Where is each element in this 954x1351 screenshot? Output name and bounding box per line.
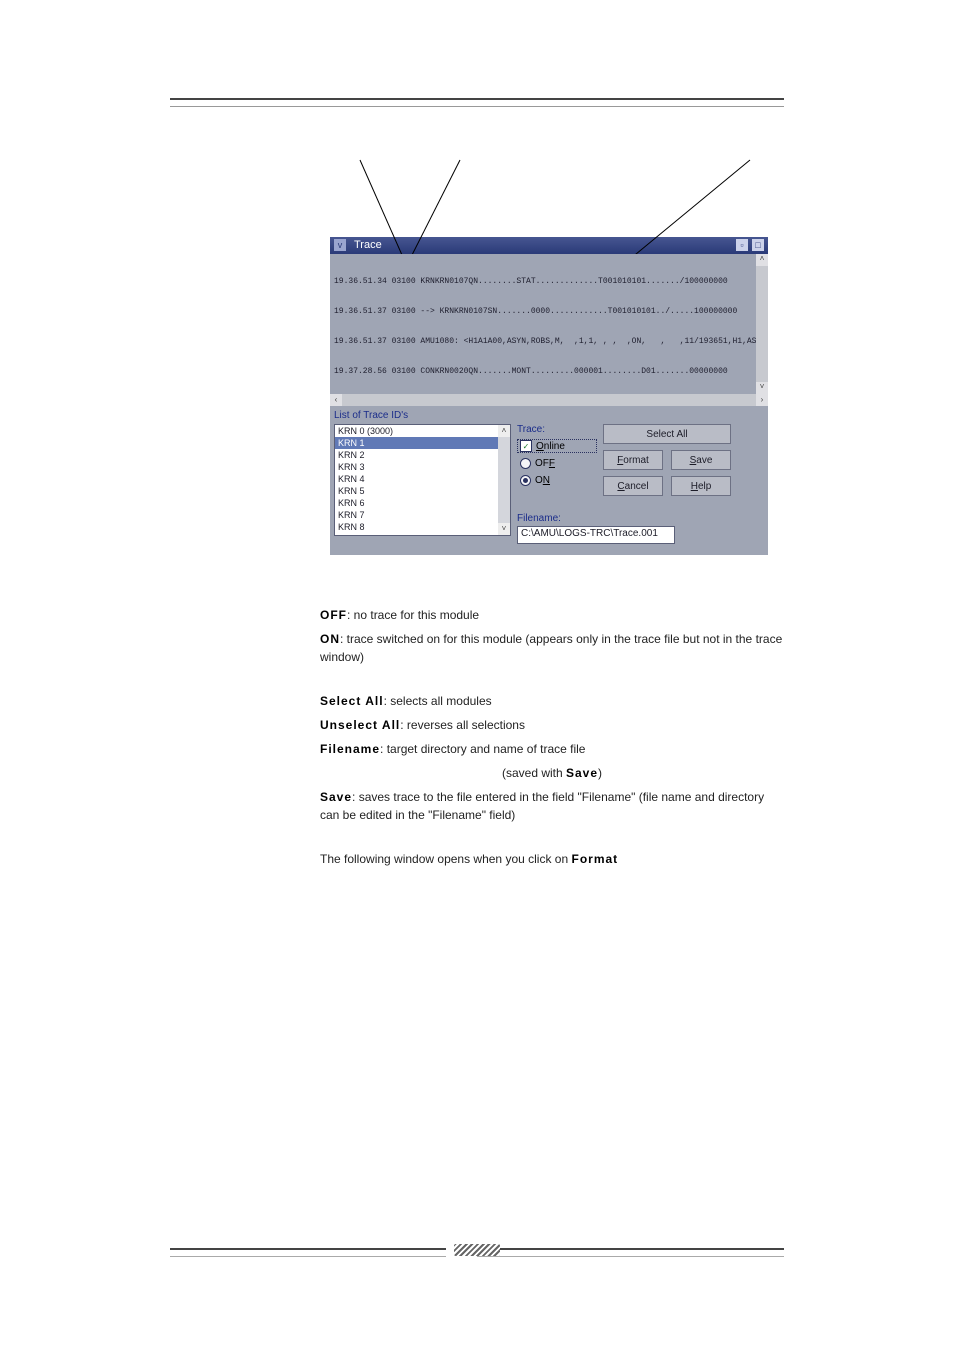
log-line: 19.36.51.34 03100 KRNKRN0107QN........ST… — [334, 277, 764, 287]
log-vertical-scrollbar[interactable]: ˄ ˅ — [756, 254, 768, 394]
off-radio-row[interactable]: OFF — [517, 457, 597, 470]
unselect-all-term: Unselect All — [320, 718, 400, 732]
radio-icon — [520, 475, 531, 486]
log-line: 19.36.51.37 03100 AMU1080: <H1A1A00,ASYN… — [334, 337, 764, 347]
scroll-down-icon[interactable]: ˅ — [756, 382, 768, 394]
list-item[interactable]: KRN 4 — [335, 473, 510, 485]
trace-id-list-label: List of Trace ID's — [334, 410, 764, 421]
scroll-right-icon[interactable]: › — [756, 394, 768, 406]
trace-id-listbox[interactable]: KRN 0 (3000) KRN 1 KRN 2 KRN 3 KRN 4 KRN… — [334, 424, 511, 536]
page-center-ornament — [454, 1244, 500, 1256]
scroll-up-icon[interactable]: ˄ — [756, 254, 768, 266]
filename-desc-2: (saved with — [502, 766, 566, 780]
save-desc: saves trace to the file entered in the f… — [320, 790, 764, 822]
list-item[interactable]: KRN 1 — [335, 437, 510, 449]
list-scrollbar[interactable]: ˄ ˅ — [498, 425, 510, 535]
list-item[interactable]: KRN 3 — [335, 461, 510, 473]
radio-icon — [520, 458, 531, 469]
trace-options-group: Trace: ✓ Online OFF ON — [517, 424, 597, 544]
cancel-button[interactable]: Cancel — [603, 476, 663, 496]
format-button[interactable]: Format — [603, 450, 663, 470]
filename-term: Filename — [320, 742, 380, 756]
select-all-desc: selects all modules — [390, 694, 491, 708]
right-pane: Trace: ✓ Online OFF ON — [517, 424, 764, 544]
page-top-rule — [170, 98, 784, 107]
list-item[interactable]: KRN 6 — [335, 497, 510, 509]
list-item[interactable]: KRN 2 — [335, 449, 510, 461]
format-intro: The following window opens when you clic… — [320, 852, 571, 866]
off-label: OFF — [535, 458, 555, 469]
log-horizontal-scrollbar[interactable]: ‹ › — [330, 394, 768, 406]
on-label: ON — [535, 475, 550, 486]
controls-area: List of Trace ID's KRN 0 (3000) KRN 1 KR… — [330, 406, 768, 555]
checkbox-icon: ✓ — [520, 440, 532, 452]
save-button[interactable]: Save — [671, 450, 731, 470]
trace-window: v Trace ▫ □ 19.36.51.34 03100 KRNKRN0107… — [330, 155, 768, 555]
button-grid: Select All Format Save Cancel Help — [603, 424, 731, 544]
save-term: Save — [320, 790, 352, 804]
filename-desc-3: ) — [598, 766, 602, 780]
list-item[interactable]: KRN 8 — [335, 521, 510, 533]
save-term-inline: Save — [566, 766, 598, 780]
scroll-left-icon[interactable]: ‹ — [330, 394, 342, 406]
online-label: Online — [536, 441, 565, 452]
scroll-up-icon[interactable]: ˄ — [498, 425, 510, 437]
unselect-all-desc: reverses all selections — [407, 718, 525, 732]
select-all-button[interactable]: Select All — [603, 424, 731, 444]
off-desc: no trace for this module — [354, 608, 479, 622]
callout-lines — [330, 155, 768, 237]
format-term: Format — [571, 852, 618, 866]
list-item[interactable]: KRN 5 — [335, 485, 510, 497]
on-radio-row[interactable]: ON — [517, 474, 597, 487]
on-term: ON — [320, 632, 340, 646]
trace-log-area: 19.36.51.34 03100 KRNKRN0107QN........ST… — [330, 254, 768, 394]
log-line: 19.36.51.37 03100 --> KRNKRN0107SN......… — [334, 307, 764, 317]
help-button[interactable]: Help — [671, 476, 731, 496]
online-checkbox-row[interactable]: ✓ Online — [517, 439, 597, 453]
scroll-down-icon[interactable]: ˅ — [498, 523, 510, 535]
filename-label: Filename: — [517, 513, 597, 524]
select-all-term: Select All — [320, 694, 384, 708]
on-desc: trace switched on for this module (appea… — [320, 632, 782, 664]
off-term: OFF — [320, 608, 347, 622]
body-text: OFF: no trace for this module ON: trace … — [320, 600, 784, 874]
list-item[interactable]: KRN 7 — [335, 509, 510, 521]
filename-desc-1: target directory and name of trace file — [387, 742, 586, 756]
log-line: 19.37.28.56 03100 CONKRN0020QN.......MON… — [334, 367, 764, 377]
trace-group-label: Trace: — [517, 424, 597, 435]
list-item[interactable]: KRN 0 (3000) — [335, 425, 510, 437]
